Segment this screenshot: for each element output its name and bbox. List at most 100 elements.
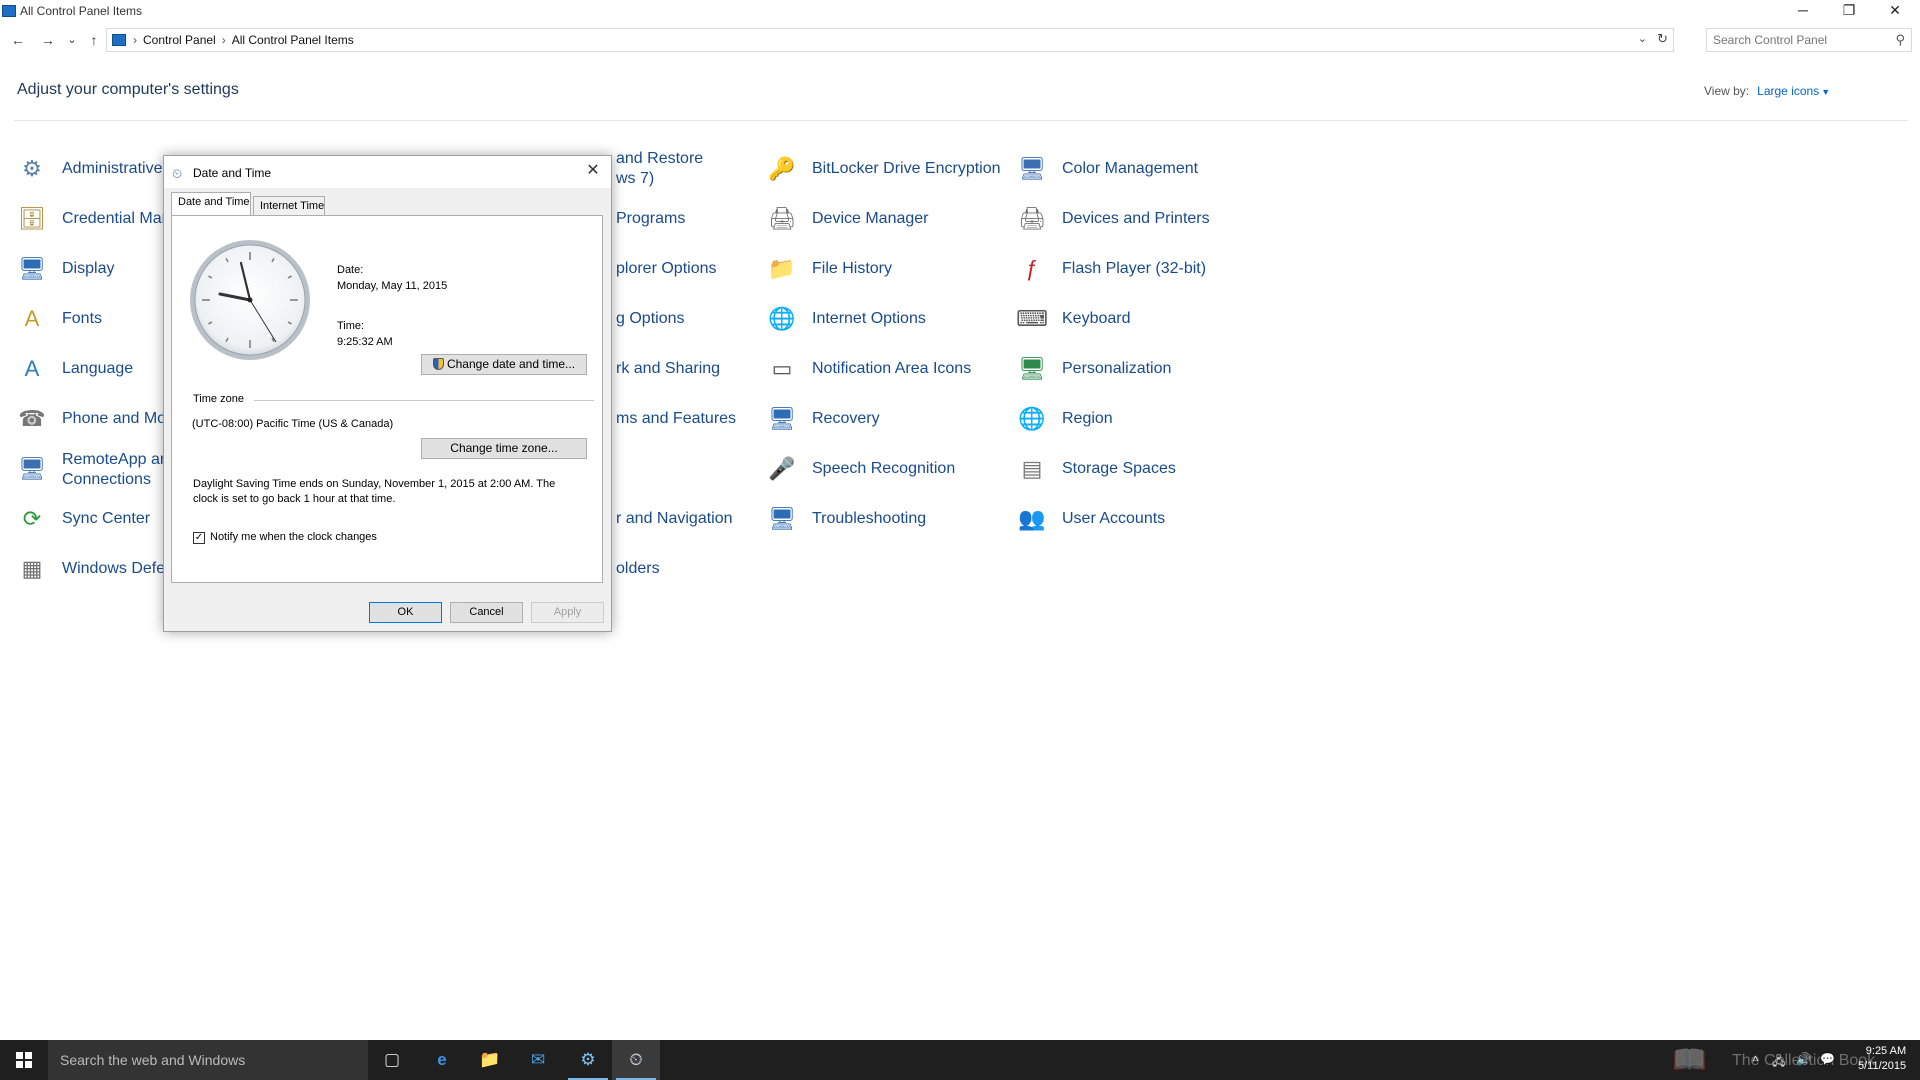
group-divider [254,400,594,401]
cp-item-label-line1: Device Manager [812,210,929,227]
page-title: Adjust your computer's settings [17,81,239,98]
cp-item-icon: 🌐 [1018,406,1046,431]
change-time-zone-button[interactable]: Change time zone... [421,438,587,459]
action-center-icon[interactable]: 💬 [1820,1052,1835,1066]
cp-item-label-line1: ms and Features [616,410,737,427]
cp-item-label-line1: Recovery [812,410,880,427]
chevron-down-icon[interactable]: ▼ [1821,87,1830,97]
taskbar-clock[interactable]: 9:25 AM 5/11/2015 [1858,1044,1906,1074]
cp-item[interactable]: 🖥 Color Management [1017,150,1257,190]
notify-label[interactable]: Notify me when the clock changes [210,531,377,543]
cp-item-label-line1: and Restore [616,150,704,167]
cp-item-icon: 👥 [1018,506,1046,531]
cp-item[interactable]: ▭ Notification Area Icons [767,350,1007,390]
cp-item-label-line1: g Options [616,310,685,327]
cp-item[interactable]: 🖨 Devices and Printers [1017,200,1257,240]
file-explorer-icon[interactable]: 📁 [466,1040,514,1080]
control-panel-icon [2,5,16,17]
time-zone-group-label: Time zone [193,393,244,405]
edge-browser-icon[interactable]: e [418,1040,466,1080]
view-by-dropdown[interactable]: Large icons [1757,84,1819,98]
cp-item[interactable]: 🌐 Region [1017,400,1257,440]
date-time-taskbar-icon[interactable]: ⏲ [612,1040,660,1080]
taskbar-search[interactable]: Search the web and Windows [48,1040,368,1080]
tab-panel: Date: Monday, May 11, 2015 Time: 9:25:32… [171,215,603,583]
cp-item[interactable]: 🌐 Internet Options [767,300,1007,340]
cp-item[interactable]: ▤ Storage Spaces [1017,450,1257,490]
cp-item-label-line1: Programs [616,210,686,227]
cp-item-label-line1: RemoteApp an [62,451,169,468]
taskbar-search-placeholder: Search the web and Windows [60,1052,246,1068]
cp-item-icon: 🖥 [768,406,796,431]
cp-item-label: Language [62,359,133,379]
cp-item[interactable]: 🖥 Personalization [1017,350,1257,390]
breadcrumb-all-items[interactable]: All Control Panel Items [232,33,354,47]
cp-item-icon: ⟳ [22,506,42,531]
refresh-icon[interactable]: ↻ [1657,31,1668,47]
up-arrow-icon[interactable]: ↑ [84,30,104,50]
cp-item-label-line1: Notification Area Icons [812,360,972,377]
store-icon[interactable]: ✉ [514,1040,562,1080]
cp-item-label: Phone and Mo [62,409,166,429]
ok-button[interactable]: OK [369,602,442,623]
show-hidden-icons[interactable]: ˄ [1752,1052,1759,1066]
close-button[interactable]: ✕ [1872,0,1918,22]
address-bar[interactable]: › Control Panel › All Control Panel Items ⌄… [106,28,1674,52]
cp-item-label: Display [62,259,114,279]
breadcrumb: › Control Panel › All Control Panel Items [133,33,354,47]
cp-item[interactable]: 🎤 Speech Recognition [767,450,1007,490]
recent-locations-icon[interactable]: ⌄ [62,30,82,50]
search-box[interactable]: ⚲ [1706,28,1912,52]
control-panel-taskbar-icon[interactable]: ⚙ [564,1040,612,1080]
network-icon[interactable]: 🖧 [1772,1052,1785,1073]
cp-item-label: plorer Options [616,259,717,279]
address-dropdown-icon[interactable]: ⌄ [1638,32,1647,45]
restore-button[interactable]: ❐ [1826,0,1872,22]
dialog-title: Date and Time [193,166,272,180]
cp-item[interactable]: ƒ Flash Player (32-bit) [1017,250,1257,290]
forward-arrow-icon[interactable]: → [38,30,58,50]
breadcrumb-separator: › [133,33,137,47]
search-input[interactable] [1713,32,1883,48]
cp-item-icon: 🖥 [1018,356,1046,381]
cp-item-label: Troubleshooting [812,509,926,529]
dst-info-line1: Daylight Saving Time ends on Sunday, Nov… [193,478,556,490]
divider [14,120,1908,121]
apply-button[interactable]: Apply [531,602,604,623]
cp-item-icon: 🖥 [18,256,46,281]
search-icon[interactable]: ⚲ [1895,32,1905,48]
cp-item[interactable]: 🖨 Device Manager [767,200,1007,240]
dialog-close-button[interactable]: ✕ [581,160,605,182]
cp-item-label-line1: Language [62,360,134,377]
cp-item-label-line1: rk and Sharing [616,360,721,377]
cancel-button[interactable]: Cancel [450,602,523,623]
cp-item[interactable]: 🔑 BitLocker Drive Encryption [767,150,1007,190]
back-arrow-icon[interactable]: ← [8,30,28,50]
cp-item-label-line1: Flash Player (32-bit) [1062,260,1207,277]
breadcrumb-control-panel[interactable]: Control Panel [143,33,216,47]
tab-internet-time[interactable]: Internet Time [253,196,325,215]
cp-item-label: RemoteApp an Connections [62,450,169,490]
notify-checkbox[interactable]: ✓ [193,532,205,544]
task-view-icon[interactable]: ▢ [368,1040,416,1080]
minimize-button[interactable]: ─ [1780,0,1826,22]
cp-item-icon: 🖥 [1018,156,1046,181]
uac-shield-icon [432,358,444,370]
cp-item-icon: ▭ [771,356,793,381]
cp-item[interactable]: 🖥 Troubleshooting [767,500,1007,540]
cp-item-label-line1: Keyboard [1062,310,1131,327]
cp-item-icon: ƒ [1025,256,1039,281]
cp-item[interactable]: ⌨ Keyboard [1016,300,1257,340]
start-button[interactable] [0,1040,48,1080]
tab-date-and-time[interactable]: Date and Time [171,192,251,215]
cp-item-label: r and Navigation [616,509,733,529]
change-date-time-button[interactable]: Change date and time... [421,354,587,375]
volume-icon[interactable]: 🔊 [1796,1052,1811,1066]
cp-item-label: BitLocker Drive Encryption [812,159,1001,179]
cp-item-label: Storage Spaces [1062,459,1176,479]
cp-item[interactable]: 📁 File History [767,250,1007,290]
cp-item[interactable]: 👥 User Accounts [1017,500,1257,540]
cp-item-label: Devices and Printers [1062,209,1210,229]
cp-item-icon: ▤ [1021,456,1043,481]
cp-item[interactable]: 🖥 Recovery [767,400,1007,440]
